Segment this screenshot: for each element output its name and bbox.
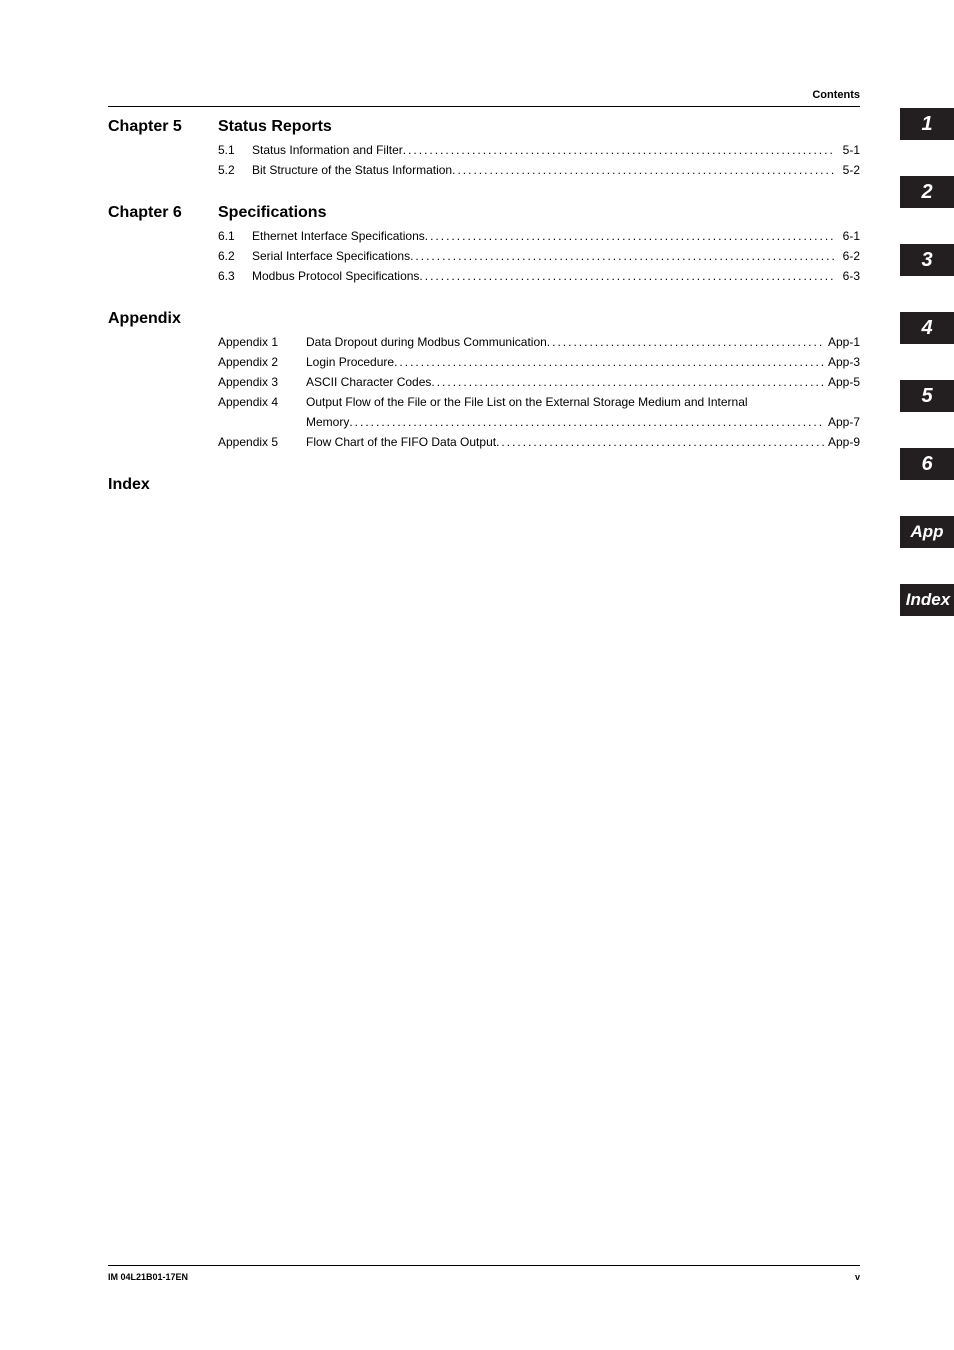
side-tab-4[interactable]: 4 <box>900 312 954 344</box>
toc-entry[interactable]: 5.1 Status Information and Filter ......… <box>108 140 860 160</box>
toc-entry-number: 6.2 <box>218 246 252 266</box>
toc-entry-title: Serial Interface Specifications <box>252 246 410 266</box>
toc-entry-title: Login Procedure <box>306 352 394 372</box>
toc-entry-title: Output Flow of the File or the File List… <box>306 392 748 412</box>
footer-rule <box>108 1265 860 1266</box>
toc-chapter-title: Status Reports <box>218 118 332 136</box>
toc-chapter-row: Chapter 6 Specifications <box>108 204 860 222</box>
side-tab-5[interactable]: 5 <box>900 380 954 412</box>
toc-chapter-label: Chapter 5 <box>108 118 218 136</box>
dot-leader: ........................................… <box>425 226 836 246</box>
toc-chapter: Chapter 5 Status Reports 5.1 Status Info… <box>108 118 860 180</box>
toc-entry-number: Appendix 3 <box>218 372 306 392</box>
toc-entry-number: Appendix 1 <box>218 332 306 352</box>
toc-entry-title: Flow Chart of the FIFO Data Output <box>306 432 496 452</box>
toc-entry-page: 5-2 <box>835 160 860 180</box>
header-contents-label: Contents <box>812 89 860 101</box>
toc-entry[interactable]: Appendix 4 Output Flow of the File or th… <box>108 392 860 412</box>
toc-chapter-title: Specifications <box>218 204 326 222</box>
side-tab-1[interactable]: 1 <box>900 108 954 140</box>
toc-entry-page: 5-1 <box>835 140 860 160</box>
toc-chapter-row: Chapter 5 Status Reports <box>108 118 860 136</box>
page: Contents Chapter 5 Status Reports 5.1 St… <box>0 0 954 1350</box>
toc-index-block: Index <box>108 476 860 494</box>
dot-leader: ........................................… <box>410 246 835 266</box>
toc-entry-page: App-3 <box>824 352 860 372</box>
header-rule <box>108 106 860 107</box>
toc-entry-page: App-1 <box>824 332 860 352</box>
toc-entry[interactable]: 5.2 Bit Structure of the Status Informat… <box>108 160 860 180</box>
toc-chapter: Chapter 6 Specifications 6.1 Ethernet In… <box>108 204 860 286</box>
toc-entry-page: 6-3 <box>835 266 860 286</box>
toc-entry[interactable]: 6.1 Ethernet Interface Specifications ..… <box>108 226 860 246</box>
toc-entry-number: Appendix 2 <box>218 352 306 372</box>
toc-appendix-block: Appendix Appendix 1 Data Dropout during … <box>108 310 860 452</box>
toc-entry[interactable]: 6.3 Modbus Protocol Specifications .....… <box>108 266 860 286</box>
side-tab-index[interactable]: Index <box>900 584 954 616</box>
toc-entry-number: Appendix 5 <box>218 432 306 452</box>
dot-leader: ........................................… <box>496 432 824 452</box>
toc-entry-number: Appendix 4 <box>218 392 306 412</box>
toc-chapter-row: Index <box>108 476 860 494</box>
toc-chapter-label: Chapter 6 <box>108 204 218 222</box>
toc-entry-title: Modbus Protocol Specifications <box>252 266 419 286</box>
toc-appendix-label: Appendix <box>108 310 181 328</box>
toc-entry-page: 6-2 <box>835 246 860 266</box>
toc-chapter-row: Appendix <box>108 310 860 328</box>
toc-entry-number: 5.2 <box>218 160 252 180</box>
side-tabs: 1 2 3 4 5 6 App Index <box>900 108 954 652</box>
toc-entry-page: App-5 <box>824 372 860 392</box>
toc-entry-title: Ethernet Interface Specifications <box>252 226 425 246</box>
toc-index-label: Index <box>108 476 150 494</box>
dot-leader: ........................................… <box>394 352 824 372</box>
toc-entry-number: 6.3 <box>218 266 252 286</box>
toc-entry[interactable]: 6.2 Serial Interface Specifications ....… <box>108 246 860 266</box>
toc-entry-title: Bit Structure of the Status Information <box>252 160 452 180</box>
side-tab-3[interactable]: 3 <box>900 244 954 276</box>
toc-entry-page: App-9 <box>824 432 860 452</box>
dot-leader: ........................................… <box>431 372 824 392</box>
dot-leader: ........................................… <box>419 266 835 286</box>
toc-entry[interactable]: Appendix 1 Data Dropout during Modbus Co… <box>108 332 860 352</box>
table-of-contents: Chapter 5 Status Reports 5.1 Status Info… <box>108 118 860 494</box>
toc-entry-title: Memory <box>306 412 349 432</box>
dot-leader: ........................................… <box>547 332 824 352</box>
toc-entry-continuation[interactable]: Memory .................................… <box>108 412 860 432</box>
toc-entry-title: Status Information and Filter <box>252 140 403 160</box>
side-tab-app[interactable]: App <box>900 516 954 548</box>
content-area: Contents Chapter 5 Status Reports 5.1 St… <box>108 92 860 498</box>
toc-entry-page: 6-1 <box>835 226 860 246</box>
dot-leader: ........................................… <box>349 412 824 432</box>
toc-entry-number: 5.1 <box>218 140 252 160</box>
toc-entry-page: App-7 <box>824 412 860 432</box>
footer-page-number: v <box>855 1272 860 1282</box>
toc-entry-number: 6.1 <box>218 226 252 246</box>
toc-entry[interactable]: Appendix 5 Flow Chart of the FIFO Data O… <box>108 432 860 452</box>
dot-leader: ........................................… <box>403 140 836 160</box>
toc-entry-title: Data Dropout during Modbus Communication <box>306 332 547 352</box>
dot-leader: ........................................… <box>452 160 835 180</box>
toc-entry-title: ASCII Character Codes <box>306 372 431 392</box>
side-tab-6[interactable]: 6 <box>900 448 954 480</box>
toc-entry[interactable]: Appendix 2 Login Procedure .............… <box>108 352 860 372</box>
side-tab-2[interactable]: 2 <box>900 176 954 208</box>
page-footer: IM 04L21B01-17EN v <box>108 1265 860 1282</box>
toc-entry[interactable]: Appendix 3 ASCII Character Codes .......… <box>108 372 860 392</box>
footer-doc-id: IM 04L21B01-17EN <box>108 1272 188 1282</box>
